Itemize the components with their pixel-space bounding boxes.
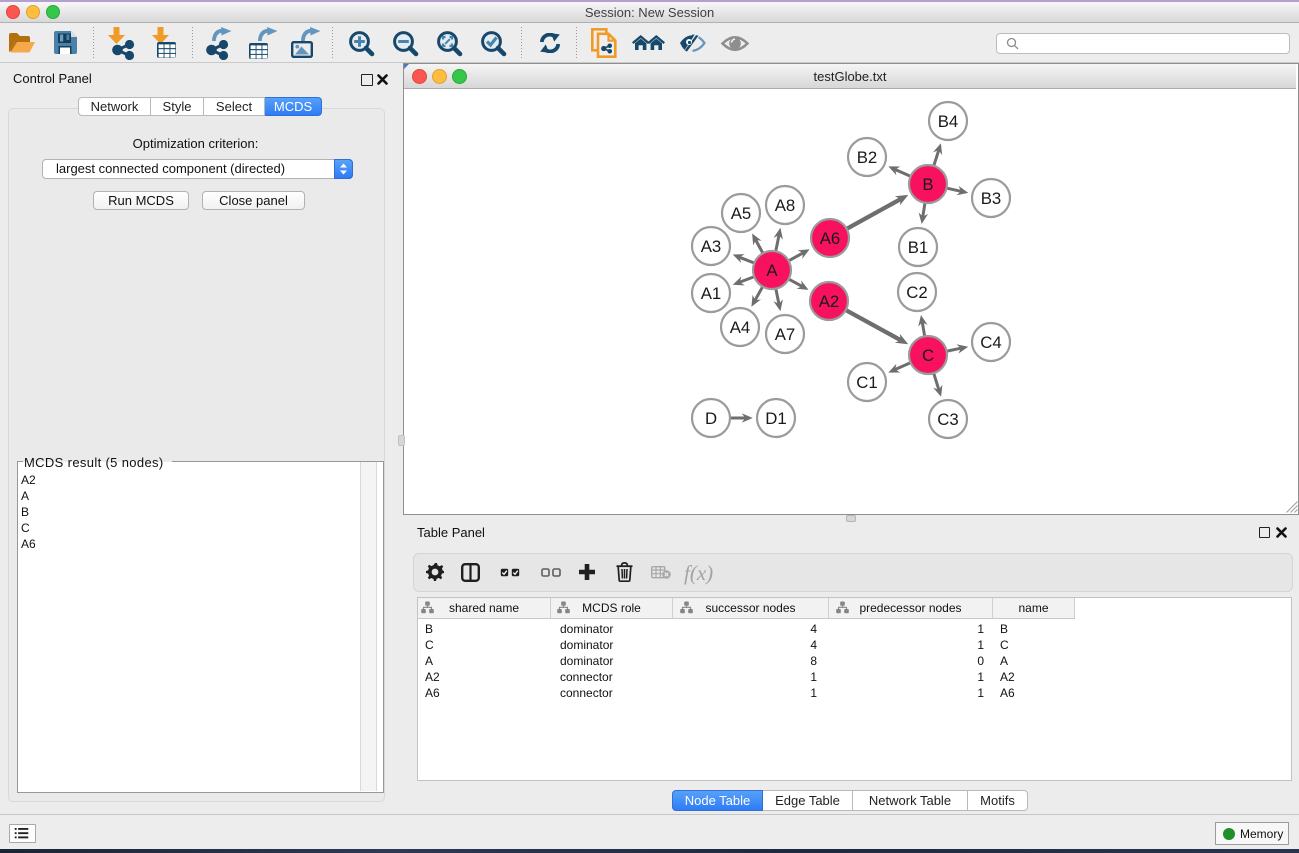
- svg-text:C1: C1: [856, 373, 877, 392]
- svg-text:B: B: [922, 175, 933, 194]
- svg-text:B2: B2: [857, 148, 878, 167]
- svg-text:A7: A7: [775, 325, 796, 344]
- svg-text:A3: A3: [701, 237, 722, 256]
- svg-text:A5: A5: [731, 204, 752, 223]
- svg-text:B1: B1: [908, 238, 929, 257]
- svg-text:C4: C4: [980, 333, 1001, 352]
- svg-text:A8: A8: [775, 196, 796, 215]
- svg-text:A2: A2: [819, 292, 840, 311]
- svg-text:A6: A6: [820, 229, 841, 248]
- svg-text:B3: B3: [981, 189, 1002, 208]
- svg-text:A4: A4: [730, 318, 751, 337]
- svg-text:B4: B4: [938, 112, 959, 131]
- svg-text:A: A: [766, 261, 778, 280]
- svg-text:C3: C3: [937, 410, 958, 429]
- svg-text:A1: A1: [701, 284, 722, 303]
- svg-text:D: D: [705, 409, 717, 428]
- svg-text:C2: C2: [906, 283, 927, 302]
- svg-text:D1: D1: [765, 409, 786, 428]
- svg-text:C: C: [922, 346, 934, 365]
